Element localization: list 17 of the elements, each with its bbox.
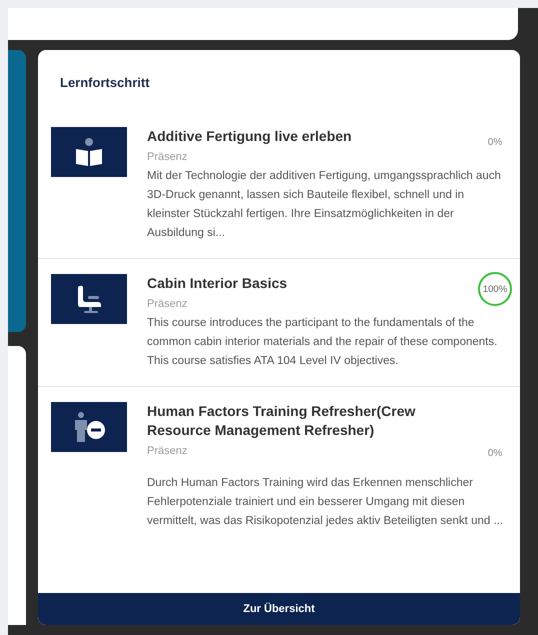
reader-icon [75, 137, 103, 167]
person-minus-icon [72, 411, 106, 443]
course-description: Mit der Technologie der additiven Fertigung, umgangssprachlich auch 3D-Druck genannt, lassen sich Bauteile flexibel, schnell und in kleinster Stückzahl fertigen. Ihre Einsatzmöglichkeiten in der Ausbildung si... [147, 169, 502, 241]
course-description: Durch Human Factors Training wird das Erkennen menschlicher Fehlerpotenziale trainiert und ein besserer Umgang mit diesen vermittelt, was das Risikopotenzial jedes aktiv Beteiligten senkt und ... [147, 476, 504, 529]
card-title: Lernfortschritt [59, 74, 151, 92]
progress-indicator: 0% [486, 446, 504, 460]
course-type: Präsenz [147, 445, 188, 457]
course-type: Präsenz [147, 298, 188, 310]
course-type: Präsenz [147, 151, 188, 163]
overview-button[interactable]: Zur Übersicht [38, 593, 520, 625]
progress-indicator: 0% [486, 136, 504, 150]
course-description: This course introduces the participant to the fundamentals of the common cabin interior materials and the repair of these components. This course satisfies ATA 104 Level IV objectives. [147, 316, 498, 369]
course-title[interactable]: Additive Fertigung live erleben [147, 127, 470, 146]
course-title[interactable]: Human Factors Training Refresher(Crew Resource Management Refresher) [147, 402, 470, 440]
course-title[interactable]: Cabin Interior Basics [147, 274, 470, 293]
seat-icon [75, 284, 103, 314]
progress-indicator: 100% [478, 272, 512, 306]
